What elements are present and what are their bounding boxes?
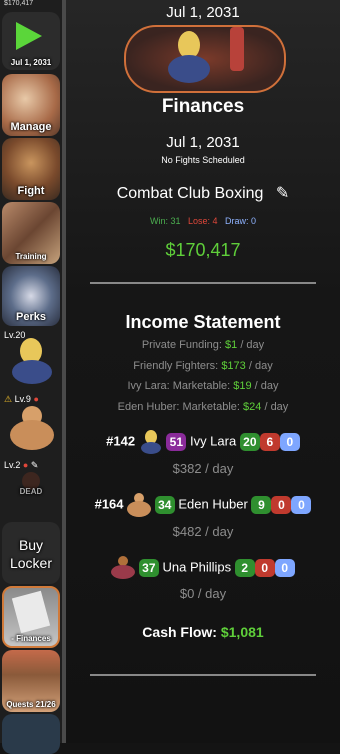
- training-label: Training: [15, 252, 47, 261]
- page-title: Finances: [161, 96, 245, 117]
- wins-badge: 20: [239, 433, 260, 451]
- fighter-income: $0 / day: [179, 586, 227, 601]
- fighter-row-una-phillips[interactable]: 37 Una Phillips 200: [66, 556, 340, 580]
- fighter-avatar: [139, 430, 163, 454]
- balance: $170,417: [165, 240, 241, 260]
- finances-panel: Jul 1, 2031 Finances Jul 1, 2031 No Figh…: [66, 0, 340, 743]
- losses-badge: 6: [259, 433, 280, 451]
- fighter-row-ivy-lara[interactable]: #142 51 Ivy Lara 20 6 0: [66, 430, 340, 454]
- warning-icon: ⚠: [4, 394, 13, 404]
- play-button[interactable]: Jul 1, 2031: [2, 12, 60, 70]
- buy-locker-button[interactable]: Buy Locker: [2, 522, 60, 584]
- cash-flow-value: $1,081: [220, 624, 264, 640]
- header-date: Jul 1, 2031: [166, 4, 240, 21]
- quests-tile[interactable]: Quests 21/26: [2, 650, 60, 712]
- draws-badge: 0: [279, 433, 300, 451]
- fighter2-level: Lv.9: [14, 394, 31, 404]
- edit-pencil-icon[interactable]: ✎: [276, 185, 289, 202]
- perks-tile[interactable]: Perks: [2, 266, 60, 326]
- lose-count: Lose: 4: [187, 216, 218, 226]
- income-line: Private Funding: $1 / day: [141, 339, 265, 351]
- losses-badge: 0: [254, 559, 275, 577]
- fighter-avatar: [111, 556, 136, 580]
- fighter-rank: #164: [94, 496, 124, 512]
- divider-bottom: [90, 674, 316, 676]
- play-date: Jul 1, 2031: [10, 58, 52, 67]
- money-readout: $170,417: [4, 0, 34, 7]
- training-tile[interactable]: Training: [2, 202, 60, 264]
- cash-flow-label: Cash Flow:: [142, 624, 217, 640]
- fighter3-status: DEAD: [19, 487, 43, 496]
- fight-tile[interactable]: Fight: [2, 138, 60, 200]
- draw-count: Draw: 0: [225, 216, 257, 226]
- fighter-avatar: [127, 493, 152, 517]
- fighter-card-1[interactable]: Lv.20: [2, 328, 60, 390]
- fighter-card-2[interactable]: ⚠ Lv.9 ●: [2, 392, 60, 456]
- fights-status: No Fights Scheduled: [161, 155, 245, 165]
- fighter-name: Ivy Lara: [189, 433, 237, 449]
- selected-fighter-portrait[interactable]: [124, 25, 286, 93]
- cash-flow-row: Cash Flow: $1,081: [66, 624, 340, 640]
- fighter-card-3[interactable]: Lv.2 ● ✎ DEAD: [2, 458, 60, 520]
- club-name-row: Combat Club Boxing ✎: [66, 183, 340, 203]
- quests-label: Quests 21/26: [6, 700, 56, 709]
- finances-label: - Finances: [11, 634, 51, 643]
- manage-tile[interactable]: Manage: [2, 74, 60, 136]
- fighter-rank: #142: [106, 433, 136, 449]
- level-badge: 51: [166, 433, 187, 451]
- perks-label: Perks: [16, 311, 46, 323]
- next-tile[interactable]: [2, 714, 60, 754]
- fighter-row-eden-huber[interactable]: #164 34 Eden Huber 900: [66, 493, 340, 517]
- fighter3-level: Lv.2: [4, 460, 21, 470]
- losses-badge: 0: [271, 496, 292, 514]
- buy-locker-label: Buy Locker: [9, 537, 53, 571]
- blood-drop-icon: ●: [22, 460, 29, 470]
- draws-badge: 0: [291, 496, 312, 514]
- level-badge: 37: [138, 559, 159, 577]
- play-icon: [16, 22, 42, 50]
- record-row: Win: 31 Lose: 4 Draw: 0: [66, 216, 340, 226]
- document-icon: [11, 590, 51, 634]
- draws-badge: 0: [274, 559, 295, 577]
- fighter-name: Una Phillips: [162, 559, 232, 575]
- sidebar: $170,417 Jul 1, 2031 Manage Fight Traini…: [0, 0, 62, 754]
- fighter-income: $482 / day: [172, 524, 234, 539]
- fighter-income: $382 / day: [172, 461, 234, 476]
- level-badge: 34: [154, 496, 175, 514]
- blood-drop-icon: ●: [33, 394, 39, 404]
- bandage-icon: ✎: [30, 460, 39, 470]
- income-title: Income Statement: [125, 312, 281, 332]
- club-name: Combat Club Boxing: [116, 185, 264, 202]
- divider-top: [90, 282, 316, 284]
- punching-bag-icon: [230, 27, 244, 71]
- wins-badge: 9: [251, 496, 272, 514]
- income-line: Eden Huber: Marketable: $24 / day: [117, 401, 289, 413]
- win-count: Win: 31: [149, 216, 181, 226]
- wins-badge: 2: [234, 559, 255, 577]
- fight-label: Fight: [17, 185, 45, 197]
- finances-tile[interactable]: - Finances: [2, 586, 60, 648]
- page-date: Jul 1, 2031: [166, 134, 240, 151]
- manage-label: Manage: [10, 121, 52, 133]
- income-line: Ivy Lara: Marketable: $19 / day: [127, 380, 279, 392]
- income-line: Friendly Fighters: $173 / day: [133, 360, 273, 372]
- fighter-name: Eden Huber: [178, 496, 248, 512]
- fighter1-level: Lv.20: [4, 330, 26, 340]
